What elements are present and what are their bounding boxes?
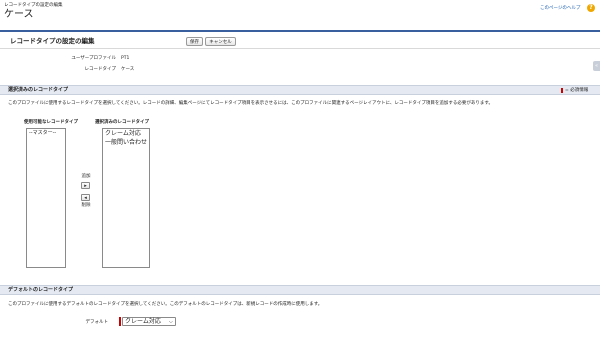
selected-listbox[interactable]: クレーム対応 一般問い合わせ	[102, 128, 150, 268]
side-tab-icon[interactable]: «	[593, 61, 600, 71]
divider	[0, 48, 600, 49]
chevron-down-icon: ⌵	[169, 319, 173, 325]
add-label: 追加	[81, 174, 91, 179]
selected-section-header: 選択済みのレコードタイプ = 必須情報	[0, 85, 600, 95]
remove-arrow-button[interactable]: ◂	[81, 194, 90, 201]
available-label: 使用可能なレコードタイプ	[24, 120, 78, 125]
default-section-description: このプロファイルに使用するデフォルトのレコードタイプを選択してください。このデフ…	[8, 302, 323, 307]
available-listbox[interactable]: --マスター--	[26, 128, 66, 268]
panel-top-border	[0, 30, 600, 32]
page-title: ケース	[4, 9, 34, 20]
remove-label: 削除	[81, 203, 91, 208]
help-link[interactable]: このページのヘルプ	[540, 6, 580, 12]
panel-title: レコードタイプの設定の編集	[10, 37, 95, 45]
selected-section-title: 選択済みのレコードタイプ	[8, 87, 69, 93]
default-select[interactable]: クレーム対応 ⌵	[122, 317, 176, 326]
default-section-header: デフォルトのレコードタイプ	[0, 285, 600, 295]
default-label: デフォルト	[85, 320, 109, 325]
profile-value: PT1	[121, 56, 130, 61]
selected-label: 選択済みのレコードタイプ	[95, 120, 149, 125]
record-type-label: レコードタイプ	[84, 67, 117, 72]
default-select-value: クレーム対応	[125, 318, 161, 325]
save-button[interactable]: 保存	[186, 37, 203, 46]
question-icon[interactable]: ?	[587, 4, 595, 12]
required-marker-icon	[561, 88, 563, 93]
available-item[interactable]: --マスター--	[27, 129, 65, 138]
add-arrow-button[interactable]: ▸	[81, 182, 90, 189]
arrow-right-icon: ▸	[84, 183, 87, 189]
selected-item[interactable]: クレーム対応	[103, 129, 149, 139]
required-info: = 必須情報	[565, 88, 589, 93]
arrow-left-icon: ◂	[84, 195, 87, 201]
required-marker-icon	[119, 317, 121, 326]
profile-label: ユーザープロファイル	[71, 56, 116, 61]
selected-section-description: このプロファイルに使用するレコードタイプを選択してください。レコードの詳細、編集…	[8, 101, 493, 106]
record-type-value: ケース	[121, 67, 135, 72]
selected-item[interactable]: 一般問い合わせ	[103, 139, 149, 147]
default-section-title: デフォルトのレコードタイプ	[8, 287, 74, 293]
cancel-button[interactable]: キャンセル	[205, 37, 236, 46]
